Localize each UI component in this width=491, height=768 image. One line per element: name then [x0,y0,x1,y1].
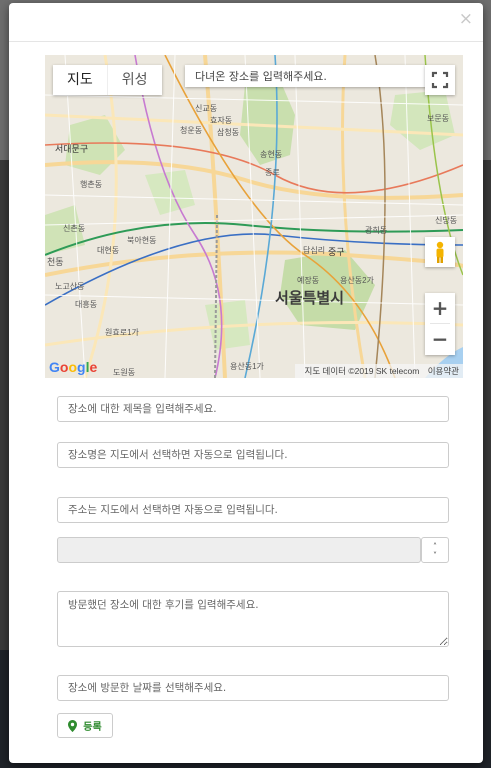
fullscreen-icon [431,71,449,89]
map-label: 종로 [265,168,280,177]
terms-link[interactable]: 이용약관 [428,366,459,376]
address-input[interactable] [57,497,449,523]
place-name-input[interactable] [57,442,449,468]
map-label: 광희동 [365,226,388,235]
map-marker-icon [68,719,78,732]
map-label: 예장동 [297,276,320,285]
map-label: 서대문구 [55,144,89,154]
map-label: 신촌동 [63,224,86,233]
map-label: 보문동 [427,114,450,123]
map-label: 삼청동 [217,128,240,137]
map-label: 북아현동 [127,236,157,245]
google-logo: Google [49,359,98,375]
map-type-satellite-button[interactable]: 위성 [106,65,162,95]
map-label: 용산동1가 [230,362,264,371]
map-label: 천동 [47,257,64,267]
visit-date-input[interactable] [57,675,449,701]
register-button[interactable]: 등록 [57,713,113,738]
title-input[interactable] [57,396,449,422]
zoom-out-button[interactable]: − [425,324,455,354]
map-type-map-button[interactable]: 지도 [53,65,107,95]
map-label: 도원동 [113,368,136,377]
map-label: 신교동 [195,104,218,113]
map-label: 행촌동 [80,180,103,189]
map-label: 원효로1가 [105,328,139,337]
review-textarea[interactable] [57,591,449,647]
map-label: 노고산동 [55,282,85,291]
pegman-icon [436,241,444,263]
fullscreen-button[interactable] [425,65,455,95]
map-attribution: 지도 데이터 ©2019 SK telecom 이용약관 [294,364,463,378]
modal-header: × [9,3,483,42]
add-place-modal: × 신교동 효자동 청운동 삼청동 송현동 서대문구 종로 행촌동 신촌동 북아… [9,3,483,763]
map-type-control: 지도 위성 [53,65,162,95]
map-label: 청운동 [180,126,203,135]
stepper-down-icon: ˅ [433,551,437,560]
map-label: 용산동2가 [340,276,374,285]
map-label: 답십리 [303,246,326,255]
map-label: 대현동 [97,246,120,255]
map-label: 효자동 [210,116,233,125]
street-view-button[interactable] [425,237,455,267]
map-search-input[interactable] [185,65,427,87]
coordinates-field [57,537,421,563]
map-label: 중구 [328,247,345,257]
number-stepper[interactable]: ˄ ˅ [421,537,449,563]
city-label: 서울특별시 [275,289,345,307]
map-label: 대흥동 [75,300,98,309]
close-icon[interactable]: × [459,11,473,28]
map-view[interactable]: 신교동 효자동 청운동 삼청동 송현동 서대문구 종로 행촌동 신촌동 북아현동… [45,55,463,378]
zoom-in-button[interactable]: + [425,293,455,323]
attribution-data: 지도 데이터 ©2019 SK telecom [304,366,420,376]
register-label: 등록 [83,722,102,733]
stepper-up-icon: ˄ [433,542,437,551]
map-label: 신당동 [435,216,458,225]
zoom-control: + − [425,293,455,355]
map-label: 송현동 [260,150,283,159]
